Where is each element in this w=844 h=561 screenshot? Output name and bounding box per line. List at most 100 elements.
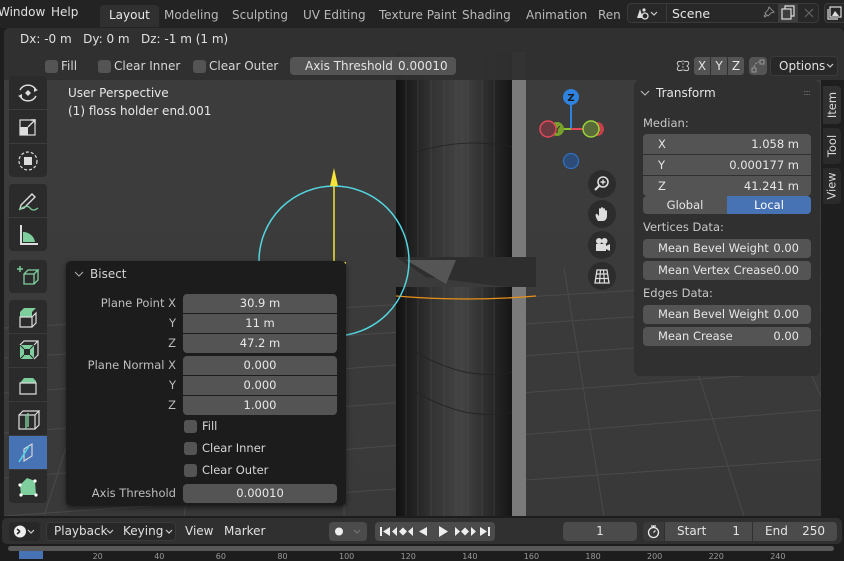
bisect-panel-title[interactable]: Bisect bbox=[90, 267, 127, 281]
workspace-tab-texture-paint[interactable]: Texture Paint bbox=[370, 5, 465, 27]
add-cube-tool[interactable] bbox=[9, 260, 47, 293]
frame-tick: 220 bbox=[708, 552, 724, 561]
clear-outer-checkbox[interactable] bbox=[193, 60, 206, 73]
menu-help[interactable]: Help bbox=[51, 5, 78, 19]
plane-normal-x-field[interactable]: 0.000 bbox=[183, 356, 337, 375]
scene-icon[interactable] bbox=[634, 6, 660, 23]
pin-icon[interactable] bbox=[760, 5, 776, 24]
mirror-z-toggle[interactable]: Z bbox=[728, 57, 744, 75]
workspace-tab-uv-editing[interactable]: UV Editing bbox=[294, 5, 375, 27]
view-menu[interactable]: View bbox=[185, 524, 213, 538]
camera-icon bbox=[596, 238, 610, 251]
3d-viewport[interactable]: User Perspective (1) floss holder end.00… bbox=[4, 28, 844, 516]
frame-tick: 20 bbox=[92, 552, 103, 561]
tab-view[interactable]: View bbox=[823, 168, 841, 204]
mirror-y-toggle[interactable]: Y bbox=[711, 57, 727, 75]
edges-data-label: Edges Data: bbox=[643, 286, 713, 300]
measure-tool[interactable] bbox=[9, 218, 47, 251]
add-cube-icon bbox=[17, 265, 40, 285]
jump-end-icon bbox=[480, 527, 490, 536]
pan-button[interactable] bbox=[588, 200, 616, 228]
marker-menu[interactable]: Marker bbox=[224, 524, 265, 538]
active-object-name: (1) floss holder end.001 bbox=[68, 104, 212, 118]
editor-type-button[interactable] bbox=[9, 522, 40, 541]
playhead[interactable] bbox=[19, 551, 43, 559]
mirror-icon bbox=[675, 58, 691, 77]
play-icon bbox=[439, 526, 448, 537]
navigation-gizmo[interactable]: X Y Z bbox=[534, 84, 614, 174]
preview-range-toggle[interactable] bbox=[643, 522, 664, 541]
local-toggle[interactable]: Local bbox=[727, 196, 811, 214]
extrude-tool[interactable] bbox=[9, 300, 47, 333]
edge-bevel-weight-field[interactable]: Mean Bevel Weight 0.00 bbox=[643, 305, 811, 324]
clear-outer-checkbox[interactable] bbox=[184, 464, 197, 477]
bisect-tool[interactable] bbox=[9, 436, 47, 469]
workspace-tab-shading[interactable]: Shading bbox=[453, 5, 520, 27]
zoom-button[interactable] bbox=[588, 170, 616, 198]
median-y-field[interactable]: Y 0.000177 m bbox=[643, 155, 811, 175]
view-layer-icon[interactable] bbox=[824, 3, 844, 23]
current-frame-field[interactable]: 1 bbox=[563, 522, 637, 541]
start-frame-field[interactable]: Start 1 bbox=[665, 522, 752, 541]
end-frame-field[interactable]: End 250 bbox=[753, 522, 837, 541]
annotate-tool[interactable] bbox=[9, 184, 47, 217]
new-scene-button[interactable] bbox=[778, 4, 798, 22]
clear-inner-checkbox[interactable] bbox=[184, 442, 197, 455]
zoom-icon bbox=[594, 176, 609, 191]
median-z-field[interactable]: Z 41.241 m bbox=[643, 176, 811, 196]
scale-tool[interactable] bbox=[9, 110, 47, 143]
global-toggle[interactable]: Global bbox=[643, 196, 727, 214]
transform-tool[interactable] bbox=[9, 144, 47, 177]
median-x-field[interactable]: X 1.058 m bbox=[643, 134, 811, 154]
chevron-down-icon bbox=[826, 63, 834, 68]
poly-build-tool[interactable] bbox=[9, 470, 47, 503]
plane-point-z-field[interactable]: 47.2 m bbox=[183, 334, 337, 353]
frame-tick: 140 bbox=[462, 552, 478, 561]
scene-name[interactable]: Scene bbox=[672, 6, 710, 21]
transform-panel-title[interactable]: Transform bbox=[656, 86, 716, 100]
scene-selector[interactable]: Scene bbox=[627, 3, 819, 23]
playback-menu[interactable]: Playback bbox=[54, 524, 108, 538]
frame-tick: 120 bbox=[400, 552, 416, 561]
plane-point-y-field[interactable]: 11 m bbox=[183, 314, 337, 333]
auto-merge-icon bbox=[751, 59, 765, 73]
mirror-x-toggle[interactable]: X bbox=[694, 57, 710, 75]
tab-item[interactable]: Item bbox=[823, 86, 841, 124]
inset-tool[interactable] bbox=[9, 334, 47, 367]
fill-checkbox[interactable] bbox=[45, 60, 58, 73]
loop-cut-tool[interactable] bbox=[9, 402, 47, 435]
keying-menu[interactable]: Keying bbox=[123, 524, 163, 538]
plane-point-z-label: Z bbox=[168, 336, 176, 350]
fill-label: Fill bbox=[61, 59, 78, 73]
axis-threshold-field[interactable]: 0.00010 bbox=[183, 484, 337, 503]
plane-point-x-field[interactable]: 30.9 m bbox=[183, 294, 337, 313]
vertex-bevel-weight-field[interactable]: Mean Bevel Weight 0.00 bbox=[643, 239, 811, 258]
auto-keying-toggle[interactable] bbox=[329, 522, 367, 541]
workspace-tab-modeling[interactable]: Modeling bbox=[155, 5, 228, 27]
fill-checkbox[interactable] bbox=[184, 420, 197, 433]
timeline-scrollbar[interactable] bbox=[8, 546, 834, 551]
rotate-tool[interactable] bbox=[9, 76, 47, 109]
stopwatch-icon bbox=[647, 525, 660, 539]
tab-tool[interactable]: Tool bbox=[823, 128, 841, 164]
edge-crease-field[interactable]: Mean Crease 0.00 bbox=[643, 327, 811, 346]
workspace-tab-animation[interactable]: Animation bbox=[517, 5, 596, 27]
camera-view-button[interactable] bbox=[588, 231, 616, 259]
menu-window[interactable]: Window bbox=[0, 5, 45, 19]
axis-threshold-label: Axis Threshold bbox=[91, 486, 176, 500]
close-icon[interactable] bbox=[802, 5, 816, 24]
plane-normal-z-field[interactable]: 1.000 bbox=[183, 396, 337, 415]
drag-handle-icon[interactable]: :::: bbox=[803, 88, 811, 97]
toggle-projection-button[interactable] bbox=[588, 262, 616, 290]
auto-merge-toggle[interactable] bbox=[749, 57, 767, 75]
chevron-down-icon bbox=[640, 90, 650, 96]
clear-inner-checkbox[interactable] bbox=[98, 60, 111, 73]
workspace-tab-rendering[interactable]: Ren bbox=[590, 5, 621, 27]
options-dropdown[interactable]: Options bbox=[770, 56, 838, 76]
bevel-tool[interactable] bbox=[9, 368, 47, 401]
vertex-crease-field[interactable]: Mean Vertex Crease 0.00 bbox=[643, 261, 811, 280]
workspace-tab-sculpting[interactable]: Sculpting bbox=[223, 5, 297, 27]
axis-threshold-field[interactable]: Axis Threshold 0.00010 bbox=[290, 57, 456, 75]
plane-normal-y-field[interactable]: 0.000 bbox=[183, 376, 337, 395]
workspace-tab-layout[interactable]: Layout bbox=[100, 5, 159, 27]
